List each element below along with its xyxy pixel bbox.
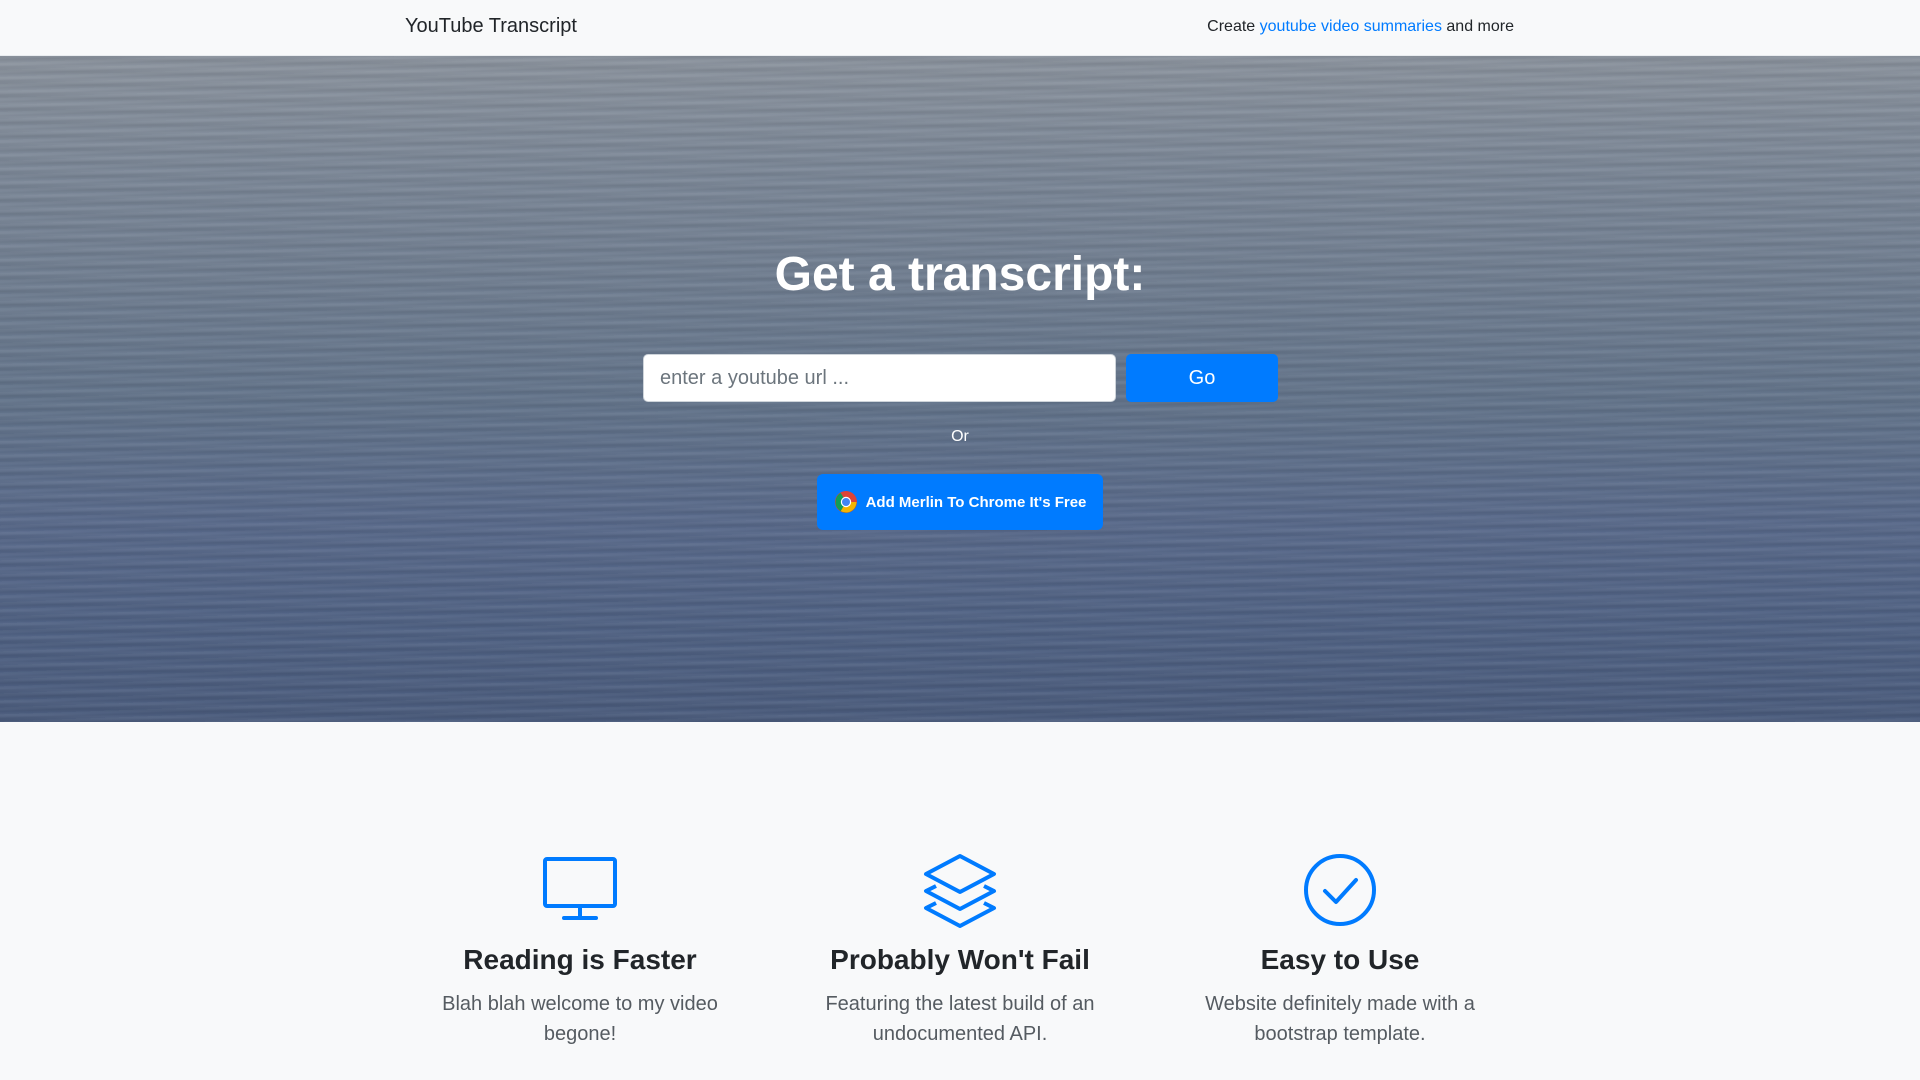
feature-text: Blah blah welcome to my video begone! (442, 993, 718, 1045)
brand-link[interactable]: YouTube Transcript (405, 15, 577, 38)
feature-text: Website definitely made with a bootstrap… (1205, 993, 1475, 1045)
youtube-summaries-link[interactable]: youtube video summaries (1260, 18, 1442, 35)
nav-tagline-suffix: and more (1441, 18, 1514, 35)
monitor-icon (542, 852, 618, 928)
features-section: Reading is Faster Blah blah welcome to m… (0, 722, 1920, 1080)
or-label: Or (951, 428, 969, 445)
feature-title: Probably Won't Fail (830, 944, 1090, 975)
navbar: YouTube Transcript Create youtube video … (0, 0, 1920, 56)
nav-tagline: Create youtube video summaries and more (1207, 18, 1514, 36)
hero-title: Get a transcript: (774, 248, 1146, 301)
add-to-chrome-label: Add Merlin To Chrome It's Free (865, 493, 1087, 511)
layers-icon (922, 852, 998, 928)
feature-title: Reading is Faster (463, 944, 697, 975)
youtube-url-input[interactable] (643, 354, 1116, 402)
go-button[interactable]: Go (1126, 354, 1278, 402)
nav-tagline-prefix: Create (1207, 18, 1260, 35)
check-circle-icon (1302, 852, 1378, 928)
chrome-icon (834, 490, 858, 514)
hero-section: Get a transcript: Go Or Add Merlin To Ch… (0, 56, 1920, 722)
feature-title: Easy to Use (1260, 944, 1420, 975)
feature-text: Featuring the latest build of an undocum… (825, 993, 1095, 1045)
add-to-chrome-button[interactable]: Add Merlin To Chrome It's Free (817, 474, 1103, 530)
